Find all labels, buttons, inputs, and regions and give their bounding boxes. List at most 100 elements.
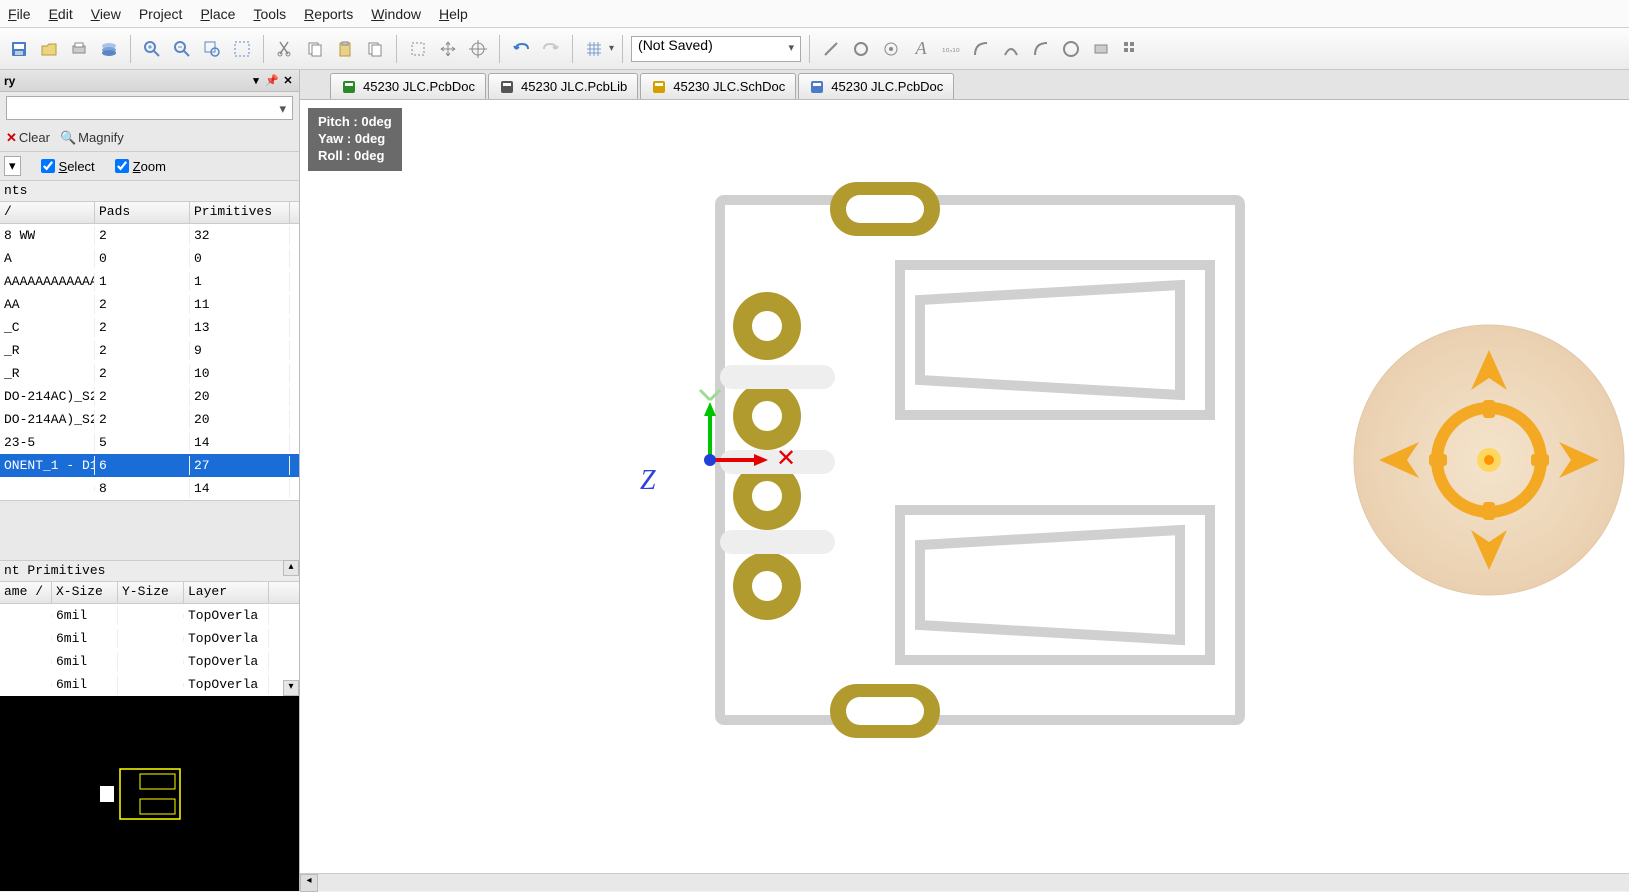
table-row[interactable]: 6mil TopOverla [0, 627, 299, 650]
document-tab[interactable]: 45230 JLC.SchDoc [640, 73, 796, 99]
cell-name: AAAAAAAAAAAA [0, 272, 95, 291]
table-row[interactable]: _R 2 10 [0, 362, 299, 385]
open-icon[interactable] [36, 36, 62, 62]
pcell-ysize [118, 683, 184, 687]
redo-icon[interactable] [538, 36, 564, 62]
paste-icon[interactable] [332, 36, 358, 62]
arc-center-icon[interactable] [998, 36, 1024, 62]
line-icon[interactable] [818, 36, 844, 62]
document-tab[interactable]: 45230 JLC.PcbDoc [798, 73, 954, 99]
undo-icon[interactable] [508, 36, 534, 62]
document-tab[interactable]: 45230 JLC.PcbDoc [330, 73, 486, 99]
bottom-scrollbar[interactable]: ◂ [300, 873, 1629, 891]
menu-help[interactable]: Help [439, 6, 468, 22]
zoom-in-icon[interactable] [139, 36, 165, 62]
cell-prims: 14 [190, 479, 290, 498]
select-checkbox[interactable]: Select [41, 159, 95, 174]
cell-pads: 6 [95, 456, 190, 475]
panel-dropdown-icon[interactable]: ▾ [249, 74, 263, 88]
table-row[interactable]: 6mil TopOverla [0, 673, 299, 696]
menu-window[interactable]: Window [371, 6, 421, 22]
panel-close-icon[interactable]: ✕ [281, 74, 295, 88]
select-rect-icon[interactable] [405, 36, 431, 62]
table-row[interactable]: _R 2 9 [0, 339, 299, 362]
canvas-3d[interactable]: Pitch : 0deg Yaw : 0deg Roll : 0deg [300, 100, 1629, 873]
zoom-check-input[interactable] [115, 159, 129, 173]
zoom-out-icon[interactable] [169, 36, 195, 62]
menu-project[interactable]: Project [139, 6, 183, 22]
scroll-down-icon[interactable]: ▾ [283, 680, 299, 696]
menu-place[interactable]: Place [200, 6, 235, 22]
cut-icon[interactable] [272, 36, 298, 62]
copy2-icon[interactable] [362, 36, 388, 62]
scroll-left-icon[interactable]: ◂ [300, 874, 318, 892]
nav-compass[interactable] [1349, 320, 1629, 600]
pcell-xsize: 6mil [52, 652, 118, 671]
magnify-button[interactable]: 🔍 Magnify [56, 128, 128, 148]
panel-pin-icon[interactable]: 📌 [265, 74, 279, 88]
cell-prims: 32 [190, 226, 290, 245]
zoom-checkbox[interactable]: Zoom [115, 159, 166, 174]
primitives-scrollbar[interactable]: ▴ ▾ [283, 560, 299, 696]
arc-edge-icon[interactable] [1028, 36, 1054, 62]
cell-pads: 1 [95, 272, 190, 291]
menu-view[interactable]: View [91, 6, 121, 22]
cell-prims: 0 [190, 249, 290, 268]
clear-button[interactable]: ✕ Clear [2, 128, 54, 148]
document-tab[interactable]: 45230 JLC.PcbLib [488, 73, 638, 99]
pcell-xsize: 6mil [52, 629, 118, 648]
stack-icon[interactable] [96, 36, 122, 62]
save-icon[interactable] [6, 36, 32, 62]
full-circle-icon[interactable] [1058, 36, 1084, 62]
dimension-icon[interactable]: ₁₀,₁₀ [938, 36, 964, 62]
table-row[interactable]: 8 14 [0, 477, 299, 500]
pcol-ysize[interactable]: Y-Size [118, 582, 184, 603]
select-check-input[interactable] [41, 159, 55, 173]
table-row[interactable]: 8 WW 2 32 [0, 224, 299, 247]
menu-edit[interactable]: Edit [49, 6, 73, 22]
table-row[interactable]: A 0 0 [0, 247, 299, 270]
menu-tools[interactable]: Tools [253, 6, 286, 22]
print-icon[interactable] [66, 36, 92, 62]
cell-name: A [0, 249, 95, 268]
table-row[interactable]: AA 2 11 [0, 293, 299, 316]
zoom-window-icon[interactable] [199, 36, 225, 62]
menu-file[interactable]: File [8, 6, 31, 22]
pcol-name[interactable]: ame / [0, 582, 52, 603]
copy-icon[interactable] [302, 36, 328, 62]
pcol-layer[interactable]: Layer [184, 582, 269, 603]
menu-reports[interactable]: Reports [304, 6, 353, 22]
text-icon[interactable]: A [908, 36, 934, 62]
table-row[interactable]: 6mil TopOverla [0, 604, 299, 627]
table-row[interactable]: DO-214AC)_S2 2 20 [0, 385, 299, 408]
table-row[interactable]: ONENT_1 - D1 6 27 [0, 454, 299, 477]
col-prims[interactable]: Primitives [190, 202, 290, 223]
scroll-up-icon[interactable]: ▴ [283, 560, 299, 576]
table-row[interactable]: DO-214AA)_S2 2 20 [0, 408, 299, 431]
profile-combo[interactable]: (Not Saved) [631, 36, 801, 62]
grid-icon[interactable] [581, 36, 607, 62]
panel-toolbar: ✕ Clear 🔍 Magnify [0, 124, 299, 152]
clear-label: Clear [19, 130, 50, 145]
table-row[interactable]: 6mil TopOverla [0, 650, 299, 673]
rect-icon[interactable] [1088, 36, 1114, 62]
workspace: 45230 JLC.PcbDoc45230 JLC.PcbLib45230 JL… [300, 70, 1629, 891]
magnify-icon: 🔍 [60, 130, 76, 146]
target-icon[interactable] [878, 36, 904, 62]
cell-pads: 0 [95, 249, 190, 268]
arc-full-icon[interactable] [968, 36, 994, 62]
table-row[interactable]: AAAAAAAAAAAA 1 1 [0, 270, 299, 293]
table-row[interactable]: 23-5 5 14 [0, 431, 299, 454]
table-row[interactable]: _C 2 13 [0, 316, 299, 339]
dropdown-small[interactable]: ▾ [4, 156, 21, 176]
col-name[interactable]: / [0, 202, 95, 223]
library-selector[interactable] [6, 96, 293, 120]
crosshair-icon[interactable] [465, 36, 491, 62]
circle-icon[interactable] [848, 36, 874, 62]
move-icon[interactable] [435, 36, 461, 62]
col-pads[interactable]: Pads [95, 202, 190, 223]
pcol-xsize[interactable]: X-Size [52, 582, 118, 603]
zoom-select-icon[interactable] [229, 36, 255, 62]
panel-title: ry [4, 74, 15, 88]
array-icon[interactable] [1118, 36, 1144, 62]
